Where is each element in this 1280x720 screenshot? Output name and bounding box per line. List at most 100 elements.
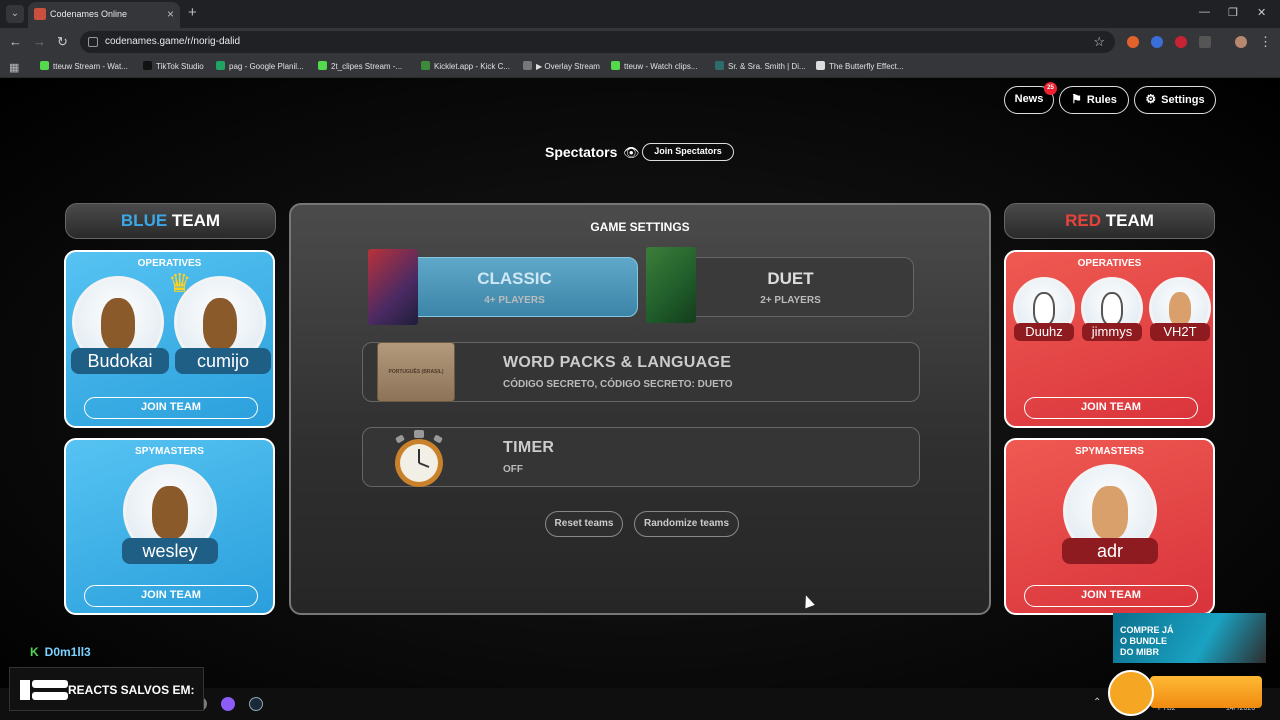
extension-icon[interactable] (1151, 36, 1163, 48)
bookmark-item[interactable]: tteuw - Watch clips... (611, 61, 698, 71)
mode-players: 4+ PLAYERS (484, 295, 545, 306)
red-spymasters-title: SPYMASTERS (1075, 446, 1144, 457)
reacts-banner: REACTS SALVOS EM: (9, 667, 204, 711)
red-operatives-join-button[interactable]: JOIN TEAM (1024, 397, 1198, 419)
red-operatives-title: OPERATIVES (1077, 258, 1142, 269)
new-tab-button[interactable]: + (188, 5, 197, 21)
ad-line: DO MIBR (1120, 647, 1159, 657)
snowman-avatar-icon (1032, 292, 1056, 326)
discord-icon[interactable] (221, 697, 235, 711)
blue-operatives-join-button[interactable]: JOIN TEAM (84, 397, 258, 419)
ad-line: COMPRE JÁ (1120, 625, 1174, 635)
stream-logo-icon (1108, 670, 1154, 716)
bookmark-favicon-icon (611, 61, 620, 70)
bookmark-favicon-icon (523, 61, 532, 70)
bookmark-favicon-icon (715, 61, 724, 70)
red-spymasters-card: SPYMASTERS adr JOIN TEAM (1004, 438, 1215, 615)
extension-icon[interactable] (1175, 36, 1187, 48)
red-team-header: RED TEAM (1004, 203, 1215, 239)
player-name: VH2T (1150, 323, 1210, 341)
extension-icon[interactable] (1127, 36, 1139, 48)
rules-button[interactable]: ⚑ Rules (1059, 86, 1129, 114)
blue-spymasters-card: SPYMASTERS wesley JOIN TEAM (64, 438, 275, 615)
bookmark-favicon-icon (421, 61, 430, 70)
blue-spymasters-title: SPYMASTERS (135, 446, 204, 457)
address-bar[interactable]: codenames.game/r/norig-dalid ☆ (80, 31, 1115, 53)
reload-button[interactable]: ↻ (57, 34, 68, 50)
extensions-puzzle-icon[interactable] (1199, 36, 1211, 48)
bookmark-item[interactable]: tteuw Stream - Wat... (40, 61, 128, 71)
word-pack-box-label: PORTUGUÊS (BRASIL) (388, 369, 444, 375)
player-name: wesley (122, 538, 218, 564)
ad-line: O BUNDLE (1120, 636, 1167, 646)
word-packs-title: WORD PACKS & LANGUAGE (503, 354, 732, 371)
red-team-title-rest: TEAM (1101, 211, 1154, 230)
news-label: News (1014, 93, 1044, 105)
join-spectators-button[interactable]: Join Spectators (642, 143, 734, 161)
apps-grid-icon[interactable]: ▦ (9, 61, 19, 74)
word-pack-box-icon: PORTUGUÊS (BRASIL) (377, 342, 455, 402)
chat-username: D0m1ll3 (44, 645, 91, 659)
browser-toolbar: ← → ↻ codenames.game/r/norig-dalid ☆ ⋮ (0, 28, 1280, 56)
browser-menu-icon[interactable]: ⋮ (1259, 34, 1272, 50)
agent-avatar-icon (1168, 292, 1192, 326)
bookmark-item[interactable]: ▶ Overlay Stream (523, 61, 600, 71)
crown-icon: ♛ (168, 268, 192, 298)
settings-button[interactable]: ⚙ Settings (1134, 86, 1216, 114)
bookmark-item[interactable]: 2t_clipes Stream -... (318, 61, 402, 71)
timer-title: TIMER (503, 439, 555, 456)
mibr-ad-banner: COMPRE JÁ O BUNDLE DO MIBR (1113, 613, 1266, 663)
bookmark-item[interactable]: pag - Google Planil... (216, 61, 304, 71)
site-info-icon[interactable] (88, 37, 98, 47)
stream-alert-bar (1150, 676, 1262, 708)
red-spymasters-join-button[interactable]: JOIN TEAM (1024, 585, 1198, 607)
timer-value: OFF (503, 464, 523, 475)
blue-spymasters-join-button[interactable]: JOIN TEAM (84, 585, 258, 607)
blue-team-header: BLUE TEAM (65, 203, 276, 239)
mode-players: 2+ PLAYERS (760, 295, 821, 306)
bookmark-item[interactable]: TikTok Studio (143, 61, 204, 71)
mode-name: DUET (767, 269, 814, 288)
rules-label: Rules (1086, 94, 1117, 106)
reacts-text: REACTS SALVOS EM: (68, 683, 195, 697)
bookmark-favicon-icon (216, 61, 225, 70)
bookmark-star-icon[interactable]: ☆ (1093, 34, 1105, 50)
blue-operatives-card: OPERATIVES ♛ Budokai cumijo JOIN TEAM (64, 250, 275, 428)
steam-icon[interactable] (249, 697, 263, 711)
settings-label: Settings (1161, 94, 1205, 106)
spectators-title: Spectators (545, 144, 618, 160)
tray-expand-icon[interactable]: ⌃ (1093, 697, 1101, 708)
bookmark-item[interactable]: The Butterfly Effect... (816, 61, 904, 71)
player-name: jimmys (1082, 323, 1142, 341)
back-button[interactable]: ← (9, 34, 22, 50)
player-name: cumijo (175, 348, 271, 374)
codenames-page: News 25 ⚑ Rules ⚙ Settings Spectators 👁 Jo… (0, 78, 1280, 720)
reset-teams-button[interactable]: Reset teams (545, 511, 623, 537)
maximize-window-button[interactable]: ❐ (1228, 6, 1238, 19)
minimize-window-button[interactable]: — (1199, 6, 1210, 18)
mode-classic-option[interactable]: CLASSIC 4+ PLAYERS (391, 257, 638, 317)
randomize-teams-button[interactable]: Randomize teams (634, 511, 739, 537)
game-settings-panel: GAME SETTINGS CLASSIC 4+ PLAYERS DUET 2+… (289, 203, 991, 615)
mode-name: CLASSIC (477, 269, 552, 288)
mode-duet-option[interactable]: DUET 2+ PLAYERS (667, 257, 914, 317)
bookmark-item[interactable]: Sr. & Sra. Smith | Di... (715, 61, 806, 71)
close-window-button[interactable]: ✕ (1257, 6, 1266, 19)
red-team-color-word: RED (1065, 211, 1101, 230)
classic-box-art (368, 249, 418, 325)
url-text: codenames.game/r/norig-dalid (105, 36, 241, 47)
bookmarks-bar: ▦ tteuw Stream - Wat... TikTok Studio pa… (0, 56, 1280, 78)
forward-button[interactable]: → (33, 34, 46, 50)
bookmark-item[interactable]: Kicklet.app - Kick C... (421, 61, 510, 71)
tab-search-button[interactable]: ⌄ (6, 5, 24, 23)
player-name: adr (1062, 538, 1158, 564)
news-button[interactable]: News 25 (1004, 82, 1057, 114)
player-name: Duuhz (1014, 323, 1074, 341)
profile-avatar[interactable] (1235, 36, 1247, 48)
chat-message: K D0m1ll3 (30, 645, 91, 659)
browser-tab[interactable]: Codenames Online × (28, 2, 180, 28)
close-tab-icon[interactable]: × (167, 7, 174, 21)
dog-avatar-icon (202, 297, 238, 350)
kick-icon: K (30, 645, 39, 659)
stopwatch-icon (395, 430, 443, 487)
